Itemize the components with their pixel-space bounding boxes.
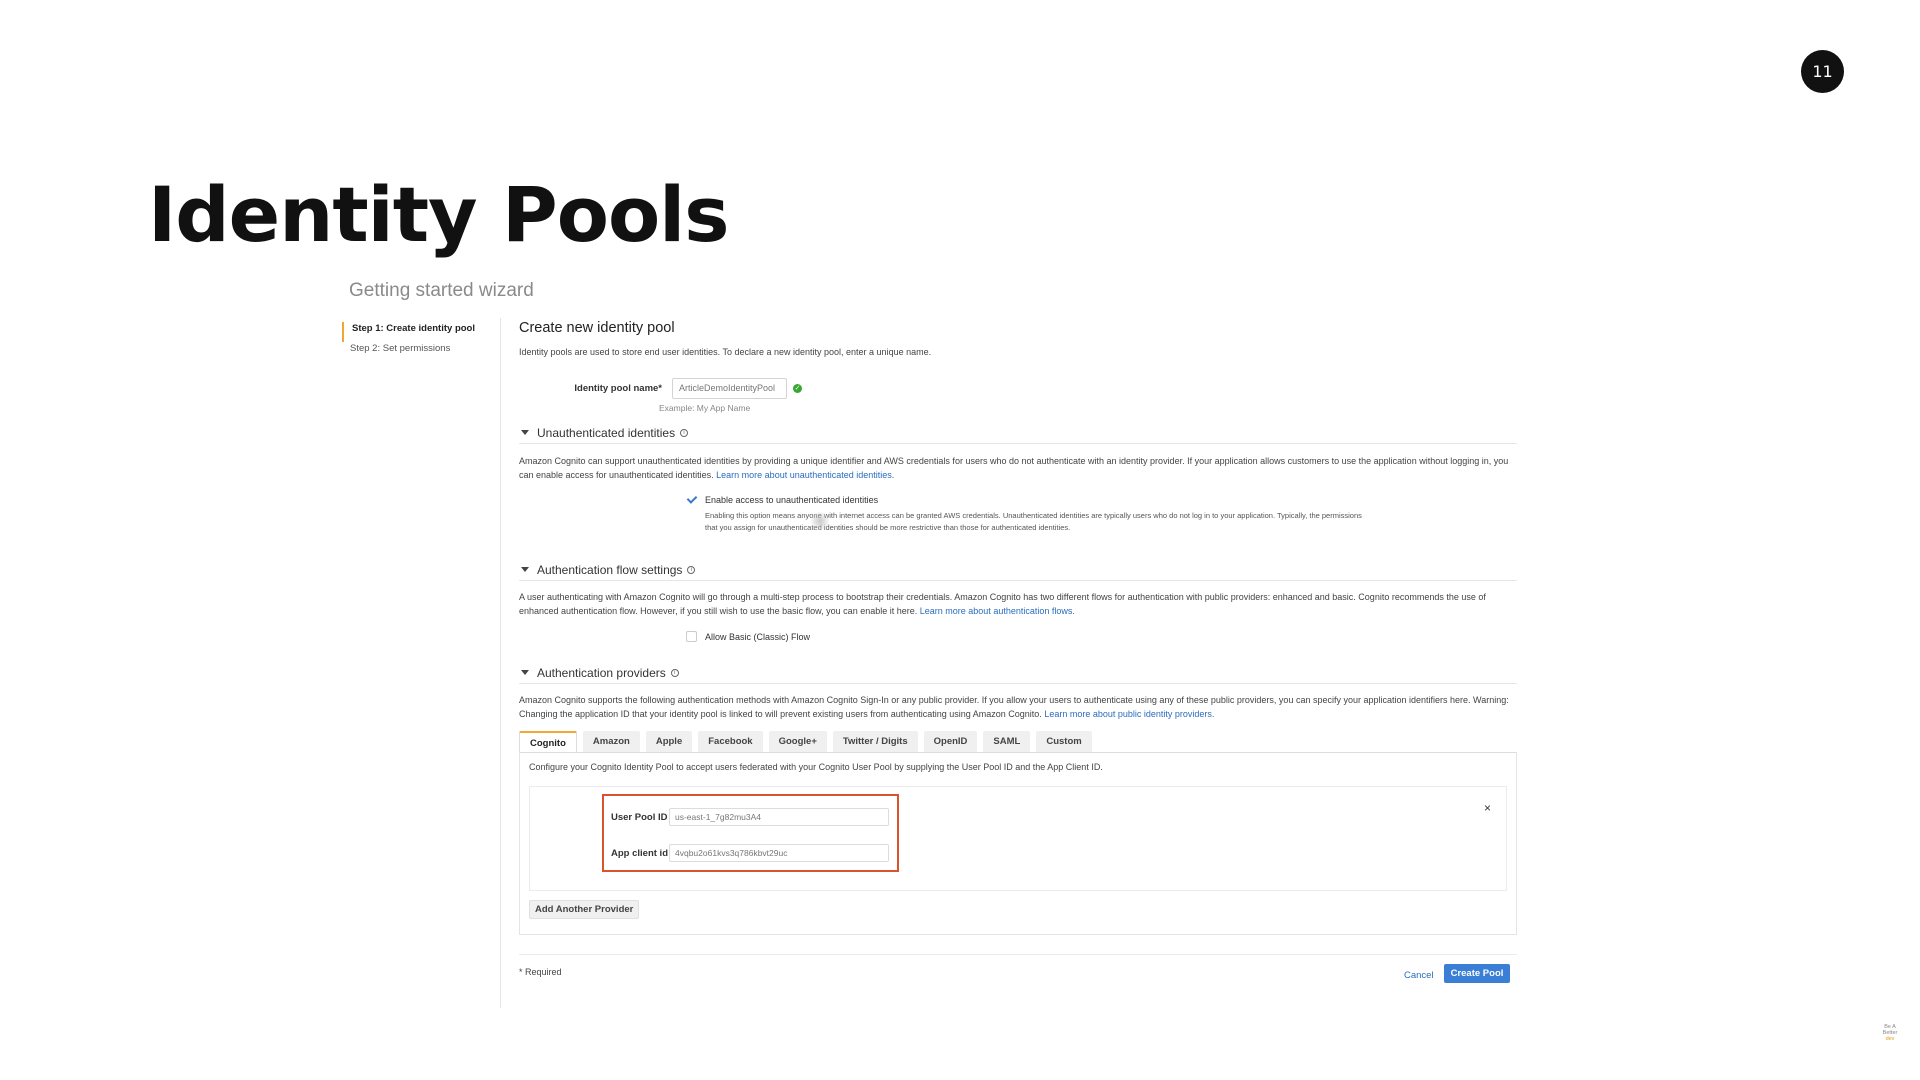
add-another-provider-button[interactable]: Add Another Provider — [529, 900, 640, 919]
tab-cognito[interactable]: Cognito — [519, 731, 577, 752]
step-set-permissions[interactable]: Step 2: Set permissions — [342, 342, 475, 362]
user-pool-id-row: User Pool ID us-east-1_7g82mu3A4 — [611, 808, 889, 826]
section-title-auth-providers: Authentication providers — [537, 665, 666, 680]
unauth-description: Amazon Cognito can support unauthenticat… — [519, 456, 1509, 480]
valid-check-icon: ✓ — [793, 384, 802, 393]
provider-tabs: Cognito Amazon Apple Facebook Google+ Tw… — [519, 731, 1098, 752]
cognito-provider-panel: Configure your Cognito Identity Pool to … — [519, 752, 1517, 935]
section-auth-providers[interactable]: Authentication providers i — [519, 662, 1517, 684]
pool-name-label: Identity pool name* — [574, 383, 662, 394]
step-create-identity-pool[interactable]: Step 1: Create identity pool — [342, 322, 475, 342]
vertical-divider — [500, 318, 501, 1008]
form-description: Identity pools are used to store end use… — [519, 347, 932, 357]
app-client-id-row: App client id 4vqbu2o61kvs3q786kbvt29uc — [611, 844, 889, 862]
section-title-unauthenticated: Unauthenticated identities — [537, 425, 676, 440]
close-icon[interactable]: × — [1484, 801, 1491, 815]
app-client-id-label: App client id — [611, 847, 668, 859]
unauth-checkbox-label: Enable access to unauthenticated identit… — [705, 494, 879, 505]
cognito-provider-entry: User Pool ID us-east-1_7g82mu3A4 App cli… — [529, 786, 1507, 891]
pool-name-hint: Example: My App Name — [659, 403, 751, 413]
cancel-button[interactable]: Cancel — [1404, 970, 1434, 981]
unauth-checkbox[interactable] — [686, 494, 697, 505]
tab-facebook[interactable]: Facebook — [698, 731, 763, 752]
tab-custom[interactable]: Custom — [1036, 731, 1092, 752]
app-client-id-input[interactable]: 4vqbu2o61kvs3q786kbvt29uc — [669, 844, 889, 862]
caret-down-icon — [521, 430, 529, 435]
pool-name-input[interactable]: ArticleDemoIdentityPool — [672, 378, 787, 399]
create-pool-button[interactable]: Create Pool — [1444, 964, 1510, 983]
tab-openid[interactable]: OpenID — [923, 731, 978, 752]
tab-amazon[interactable]: Amazon — [582, 731, 640, 752]
tab-apple[interactable]: Apple — [645, 731, 693, 752]
info-icon[interactable]: i — [670, 668, 679, 677]
unauth-checkbox-row[interactable]: Enable access to unauthenticated identit… — [686, 494, 878, 505]
tab-google[interactable]: Google+ — [768, 731, 827, 752]
required-note: * Required — [519, 967, 562, 977]
wizard-steps: Step 1: Create identity pool Step 2: Set… — [342, 322, 475, 362]
section-unauthenticated[interactable]: Unauthenticated identities i — [519, 422, 1517, 444]
caret-down-icon — [521, 670, 529, 675]
form-title: Create new identity pool — [519, 320, 675, 336]
basic-flow-checkbox-label: Allow Basic (Classic) Flow — [705, 631, 811, 642]
basic-flow-checkbox[interactable] — [686, 631, 697, 642]
slide-number-badge: 11 — [1801, 50, 1844, 93]
providers-learn-more-link[interactable]: Learn more about public identity provide… — [1044, 709, 1214, 719]
unauth-learn-more-link[interactable]: Learn more about unauthenticated identit… — [716, 470, 894, 480]
tab-saml[interactable]: SAML — [983, 731, 1031, 752]
tab-twitter-digits[interactable]: Twitter / Digits — [832, 731, 918, 752]
mouse-cursor-icon — [811, 512, 829, 530]
cognito-panel-description: Configure your Cognito Identity Pool to … — [529, 762, 1103, 772]
highlight-box: User Pool ID us-east-1_7g82mu3A4 App cli… — [602, 794, 899, 872]
basic-flow-checkbox-row[interactable]: Allow Basic (Classic) Flow — [686, 631, 810, 642]
caret-down-icon — [521, 567, 529, 572]
user-pool-id-label: User Pool ID — [611, 811, 668, 823]
providers-description: Amazon Cognito supports the following au… — [519, 695, 1509, 719]
info-icon[interactable]: i — [680, 428, 689, 437]
section-title-auth-flow: Authentication flow settings — [537, 562, 683, 577]
auth-flow-description: A user authenticating with Amazon Cognit… — [519, 592, 1486, 616]
create-pool-form: Create new identity pool Identity pools … — [519, 318, 1517, 983]
slide-title: Identity Pools — [148, 170, 729, 259]
pool-name-row: Identity pool name* ArticleDemoIdentityP… — [559, 378, 802, 399]
footer-divider — [519, 954, 1517, 955]
unauth-checkbox-note: Enabling this option means anyone with i… — [705, 511, 1362, 532]
wizard-heading: Getting started wizard — [349, 280, 534, 301]
user-pool-id-input[interactable]: us-east-1_7g82mu3A4 — [669, 808, 889, 826]
info-icon[interactable]: i — [687, 565, 696, 574]
auth-flow-learn-more-link[interactable]: Learn more about authentication flows. — [920, 606, 1075, 616]
section-auth-flow[interactable]: Authentication flow settings i — [519, 559, 1517, 581]
watermark-logo: Be A Better dev — [1882, 1024, 1898, 1042]
